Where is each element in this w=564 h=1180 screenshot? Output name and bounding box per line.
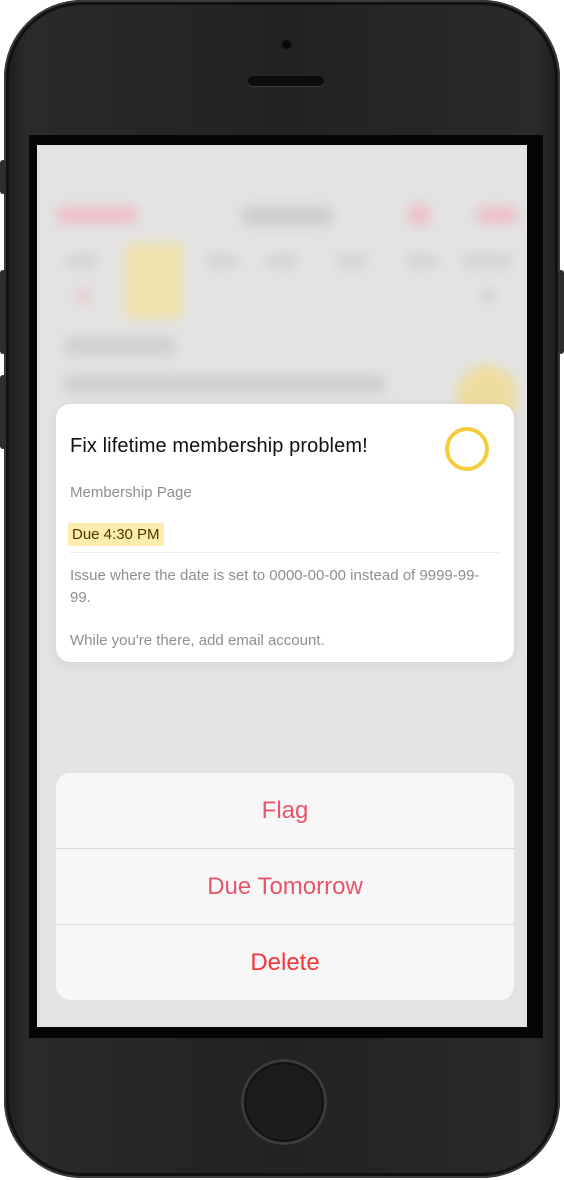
volume-up-button[interactable] <box>0 270 6 354</box>
task-title: Fix lifetime membership problem! <box>70 435 368 457</box>
screen: Fix lifetime membership problem! Members… <box>37 145 527 1027</box>
completion-circle-icon[interactable] <box>445 427 489 471</box>
delete-button[interactable]: Delete <box>56 925 514 1000</box>
task-note-line: While you're there, add email account. <box>70 632 325 649</box>
task-notes: Issue where the date is set to 0000-00-0… <box>70 565 490 652</box>
home-button[interactable] <box>241 1059 327 1145</box>
due-tomorrow-button[interactable]: Due Tomorrow <box>56 849 514 925</box>
volume-down-button[interactable] <box>0 375 6 449</box>
mute-switch[interactable] <box>0 160 6 194</box>
card-divider <box>70 552 500 553</box>
front-camera <box>282 40 291 49</box>
flag-button[interactable]: Flag <box>56 773 514 849</box>
task-note-line: Issue where the date is set to 0000-00-0… <box>70 567 480 606</box>
due-time-badge: Due 4:30 PM <box>68 523 164 546</box>
power-button[interactable] <box>558 270 564 354</box>
action-sheet: Flag Due Tomorrow Delete <box>56 773 514 1000</box>
earpiece-speaker <box>248 76 324 86</box>
task-list-name: Membership Page <box>70 484 192 501</box>
task-preview-card: Fix lifetime membership problem! Members… <box>56 404 514 662</box>
